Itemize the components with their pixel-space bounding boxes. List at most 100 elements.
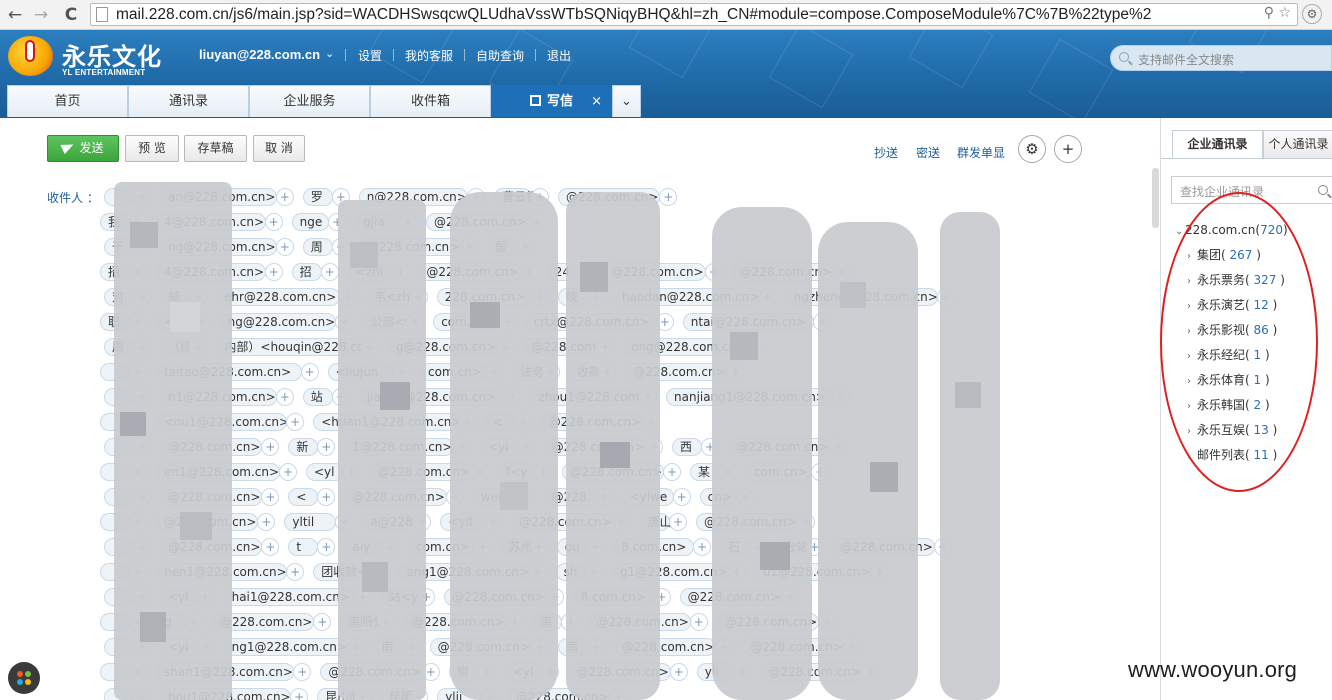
add-recipient-icon[interactable]: +	[719, 463, 737, 481]
add-recipient-icon[interactable]: +	[746, 338, 765, 356]
add-recipient-icon[interactable]: +	[313, 613, 332, 631]
tab-compose[interactable]: 写信 ×	[491, 85, 612, 117]
recipient-chip[interactable]: com.cn>	[433, 313, 500, 331]
add-recipient-icon[interactable]: +	[829, 438, 848, 456]
add-recipient-icon[interactable]: +	[129, 213, 147, 231]
add-recipient-icon[interactable]: +	[133, 688, 151, 700]
add-recipient-icon[interactable]: +	[129, 513, 147, 531]
add-contact-icon[interactable]: +	[1054, 135, 1082, 163]
add-recipient-icon[interactable]: +	[293, 663, 312, 681]
add-recipient-icon[interactable]: +	[516, 238, 535, 256]
add-recipient-icon[interactable]: +	[529, 538, 548, 556]
recipient-chip[interactable]: 周	[302, 238, 333, 256]
recipient-chip[interactable]	[100, 363, 130, 381]
close-icon[interactable]: ×	[591, 86, 602, 117]
recipient-chip[interactable]: 南阳分	[340, 613, 384, 631]
add-recipient-icon[interactable]: +	[279, 463, 297, 481]
recipient-chip[interactable]: nanjiang1@228.com.cn>	[666, 388, 834, 406]
recipient-chip[interactable]: 公部<w	[362, 313, 414, 331]
add-recipient-icon[interactable]: +	[805, 538, 824, 556]
add-recipient-icon[interactable]: +	[410, 688, 429, 700]
add-recipient-icon[interactable]: +	[353, 688, 372, 700]
add-recipient-icon[interactable]: +	[261, 538, 280, 556]
add-recipient-icon[interactable]: +	[331, 188, 350, 206]
recipient-chip[interactable]: @228.com.cn>	[160, 538, 263, 556]
recipient-chip[interactable]: crtx@228.com.cn>	[525, 313, 657, 331]
add-recipient-icon[interactable]: +	[587, 638, 605, 656]
add-recipient-icon[interactable]: +	[342, 463, 361, 481]
add-recipient-icon[interactable]: +	[818, 613, 837, 631]
recipient-chip[interactable]: 新	[288, 438, 319, 456]
recipient-chip[interactable]: <yl	[306, 463, 344, 481]
add-recipient-icon[interactable]: +	[715, 638, 734, 656]
add-recipient-icon[interactable]: +	[861, 663, 880, 681]
recipient-chip[interactable]: @228.com.cn>	[603, 263, 706, 281]
add-recipient-icon[interactable]: +	[727, 563, 746, 581]
recipient-chip[interactable]	[100, 463, 130, 481]
cc-link[interactable]: 抄送	[874, 144, 898, 161]
recipient-chip[interactable]: @228.com.cn>	[543, 438, 646, 456]
add-recipient-icon[interactable]: +	[133, 288, 151, 306]
add-recipient-icon[interactable]: +	[185, 613, 203, 631]
recipient-chip[interactable]: 周	[104, 338, 134, 356]
add-recipient-icon[interactable]: +	[353, 588, 372, 606]
recipient-chip[interactable]: 某	[690, 463, 720, 481]
recipient-chip[interactable]: 法务	[512, 363, 544, 381]
add-recipient-icon[interactable]: +	[663, 463, 681, 481]
recipient-chip[interactable]: @228.com	[523, 338, 598, 356]
add-recipient-icon[interactable]: +	[561, 613, 580, 631]
recipient-chip[interactable]: 殷	[487, 238, 518, 256]
recipient-chip[interactable]: <yl	[160, 638, 198, 656]
recipient-chip[interactable]: ng@228.com.cn>	[219, 313, 337, 331]
app-launcher-icon[interactable]	[8, 662, 40, 694]
recipient-chip[interactable]: @228.com.cn>	[511, 513, 614, 531]
bcc-link[interactable]: 密送	[916, 144, 940, 161]
recipient-chip[interactable]: en1@228.com.cn>	[156, 463, 280, 481]
recipient-chip[interactable]: @228.com.cn>	[320, 663, 423, 681]
add-recipient-icon[interactable]: +	[393, 363, 411, 381]
recipient-chip[interactable]: 昆明	[380, 688, 413, 700]
recipient-chip[interactable]: a@228	[362, 513, 415, 531]
recipient-chip[interactable]: @228.com.cn>	[369, 463, 472, 481]
recipient-chip[interactable]	[100, 663, 130, 681]
add-recipient-icon[interactable]: +	[870, 563, 889, 581]
add-recipient-icon[interactable]: +	[261, 488, 280, 506]
add-recipient-icon[interactable]: +	[189, 288, 207, 306]
add-recipient-icon[interactable]: +	[596, 338, 615, 356]
chevron-down-icon[interactable]: ⌄	[325, 47, 334, 60]
recipient-chip[interactable]: 站<y	[380, 588, 419, 606]
add-recipient-icon[interactable]: +	[421, 663, 440, 681]
add-recipient-icon[interactable]: +	[133, 488, 151, 506]
add-recipient-icon[interactable]: +	[261, 438, 280, 456]
add-recipient-icon[interactable]: +	[402, 638, 421, 656]
add-recipient-icon[interactable]: +	[133, 588, 151, 606]
recipient-chip[interactable]: <xi	[156, 313, 194, 331]
recipient-chip[interactable]	[100, 563, 130, 581]
bookmark-star-icon[interactable]: ⚲ ☆	[1259, 5, 1291, 21]
recipient-chip[interactable]: 韦<zh	[366, 288, 411, 306]
add-recipient-icon[interactable]: +	[749, 538, 767, 556]
recipient-chip[interactable]: ntai@228.com.cn>	[682, 313, 814, 331]
recipient-chip[interactable]: @228.com.cn>	[212, 613, 315, 631]
recipient-chip[interactable]: haodan@228.com.cn>	[614, 288, 760, 306]
recipient-chip[interactable]: ong@228.com.cn>	[623, 338, 748, 356]
recipient-chip[interactable]: 昆山收	[317, 688, 361, 700]
recipient-chip[interactable]: hai1@228.com.cn>	[223, 588, 355, 606]
gear-icon[interactable]: ⚙	[1018, 135, 1046, 163]
individual-send-link[interactable]: 群发单显	[957, 144, 1005, 161]
recipient-chip[interactable]: <liujun	[327, 363, 394, 381]
add-recipient-icon[interactable]: +	[275, 238, 294, 256]
add-recipient-icon[interactable]: +	[399, 213, 417, 231]
add-recipient-icon[interactable]: +	[473, 538, 492, 556]
add-recipient-icon[interactable]: +	[196, 588, 215, 606]
add-recipient-icon[interactable]: +	[264, 213, 283, 231]
add-recipient-icon[interactable]: +	[659, 188, 678, 206]
recipient-chip[interactable]: 分站	[776, 538, 808, 556]
recipient-chip[interactable]: sh	[555, 563, 586, 581]
add-recipient-icon[interactable]: +	[585, 563, 603, 581]
add-recipient-icon[interactable]: +	[498, 313, 517, 331]
add-recipient-icon[interactable]: +	[733, 663, 752, 681]
add-recipient-icon[interactable]: +	[652, 588, 671, 606]
add-recipient-icon[interactable]: +	[528, 563, 547, 581]
add-recipient-icon[interactable]: +	[371, 563, 390, 581]
